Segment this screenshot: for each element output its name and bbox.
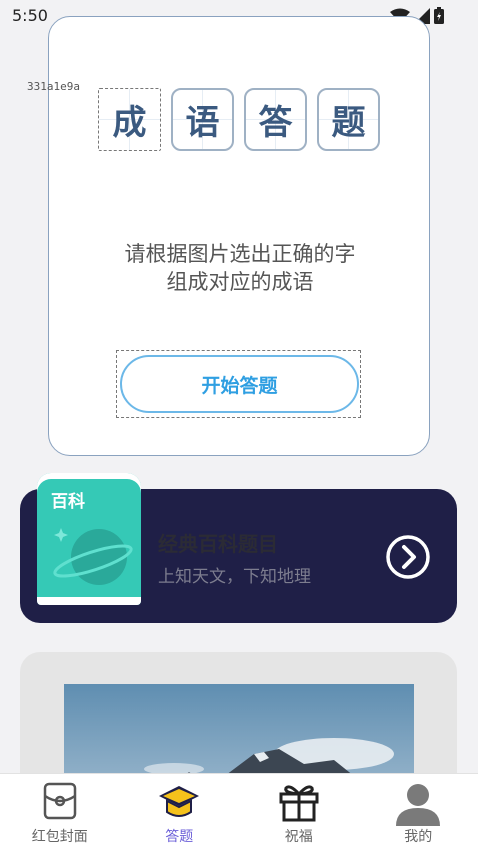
nav-label: 红包封面	[31, 829, 88, 845]
encyclopedia-subtitle: 上知天文，下知地理	[158, 567, 311, 587]
book-label: 百科	[51, 492, 85, 512]
red-envelope-icon	[43, 782, 76, 820]
title-tile: 题	[317, 88, 380, 151]
nav-label: 答题	[165, 829, 194, 845]
start-quiz-button[interactable]: 开始答题	[120, 355, 359, 413]
planet-icon	[53, 528, 133, 585]
nav-item-blessing[interactable]: 祝福	[239, 774, 359, 850]
quiz-title: 成 语 答 题	[98, 88, 380, 151]
graduation-cap-icon	[159, 786, 200, 817]
instruction-line: 请根据图片选出正确的字	[124, 242, 356, 266]
nav-label: 祝福	[284, 829, 313, 845]
encyclopedia-title: 经典百科题目	[158, 532, 278, 556]
arrow-right-circle-icon[interactable]	[385, 534, 431, 580]
encyclopedia-book-icon: 百科	[37, 473, 141, 605]
title-tile: 答	[244, 88, 307, 151]
title-tile: 成	[98, 88, 161, 151]
nav-label: 我的	[404, 829, 433, 845]
nav-item-quiz[interactable]: 答题	[120, 774, 240, 850]
status-time: 5:50	[12, 6, 48, 25]
quiz-instruction: 请根据图片选出正确的字 组成对应的成语	[100, 240, 380, 296]
person-icon	[396, 784, 441, 826]
title-tile: 语	[171, 88, 234, 151]
nav-item-profile[interactable]: 我的	[359, 774, 478, 850]
debug-id-label: 331a1e9a	[27, 80, 80, 93]
battery-icon	[434, 7, 444, 24]
bottom-nav: 红包封面 答题 祝福 我的	[0, 773, 478, 850]
start-button-wrapper: 开始答题	[116, 350, 361, 418]
nav-item-red-envelope[interactable]: 红包封面	[0, 774, 120, 850]
gift-icon	[279, 785, 319, 822]
instruction-line: 组成对应的成语	[166, 270, 314, 294]
